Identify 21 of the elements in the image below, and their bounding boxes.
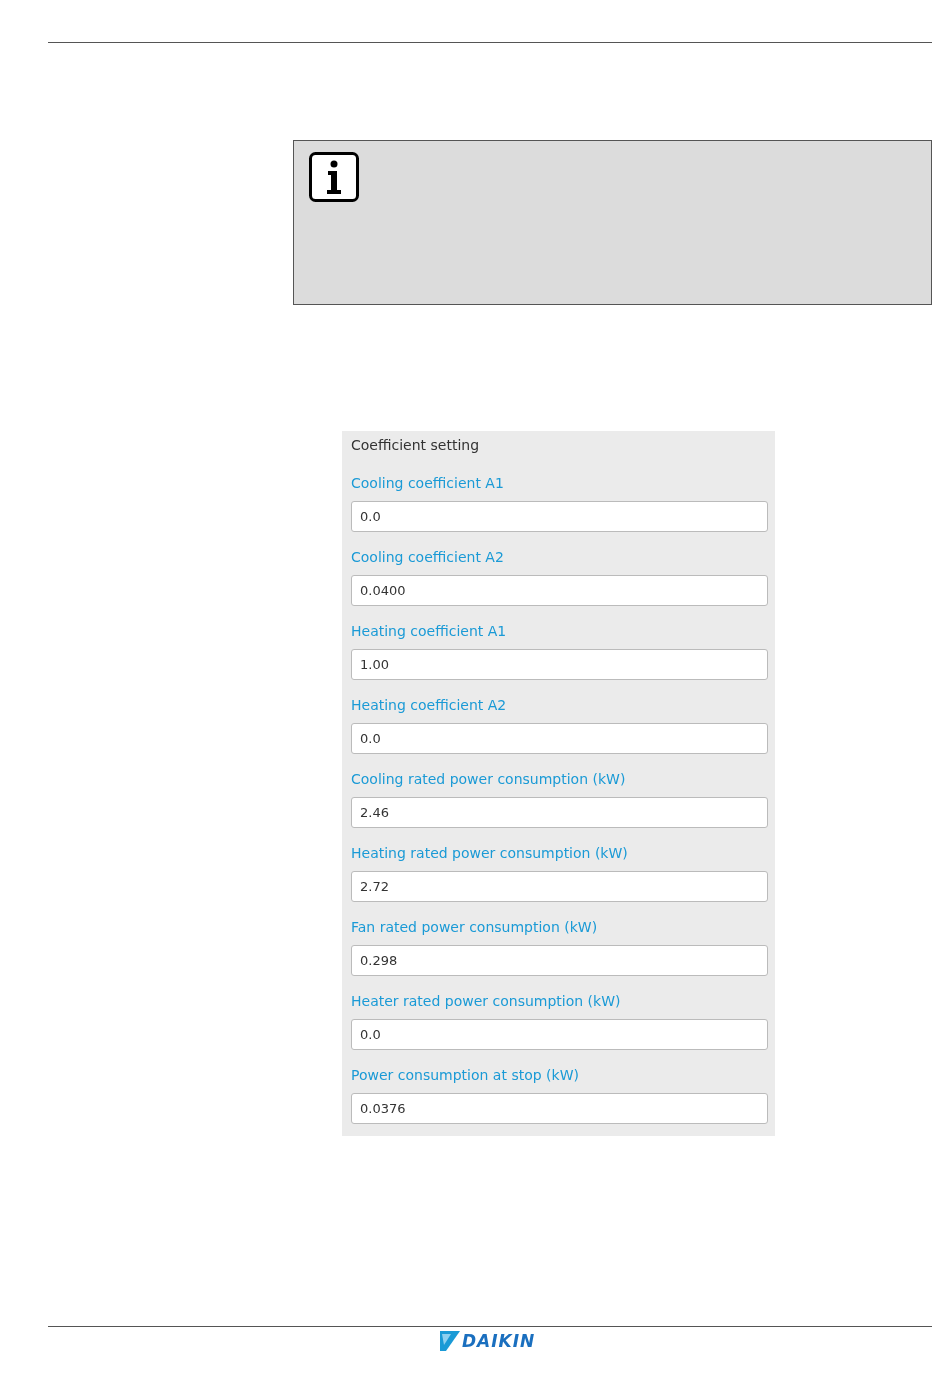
input-field[interactable]: 0.0400 — [351, 575, 768, 606]
field-label: Heating rated power consumption (kW) — [351, 844, 629, 862]
input-field[interactable]: 0.0 — [351, 1019, 768, 1050]
input-field[interactable]: 0.0 — [351, 501, 768, 532]
field-label: Heating coefficient A1 — [351, 622, 508, 640]
input-field[interactable]: 0.0376 — [351, 1093, 768, 1124]
input-field[interactable]: 1.00 — [351, 649, 768, 680]
input-field[interactable]: 0.0 — [351, 723, 768, 754]
input-field[interactable]: 2.46 — [351, 797, 768, 828]
info-icon — [309, 152, 359, 202]
field-label: Fan rated power consumption (kW) — [351, 918, 599, 936]
field-label: Power consumption at stop (kW) — [351, 1066, 580, 1084]
field-label: Heating coefficient A2 — [351, 696, 508, 714]
field-label: Cooling coefficient A2 — [351, 548, 505, 566]
input-field[interactable]: 2.72 — [351, 871, 768, 902]
daikin-logo: DAIKIN — [440, 1331, 536, 1351]
input-field[interactable]: 0.298 — [351, 945, 768, 976]
field-label: Cooling coefficient A1 — [351, 474, 505, 492]
field-label: Cooling rated power consumption (kW) — [351, 770, 627, 788]
panel-title: Coefficient setting — [351, 436, 481, 454]
field-label: Heater rated power consumption (kW) — [351, 992, 622, 1010]
